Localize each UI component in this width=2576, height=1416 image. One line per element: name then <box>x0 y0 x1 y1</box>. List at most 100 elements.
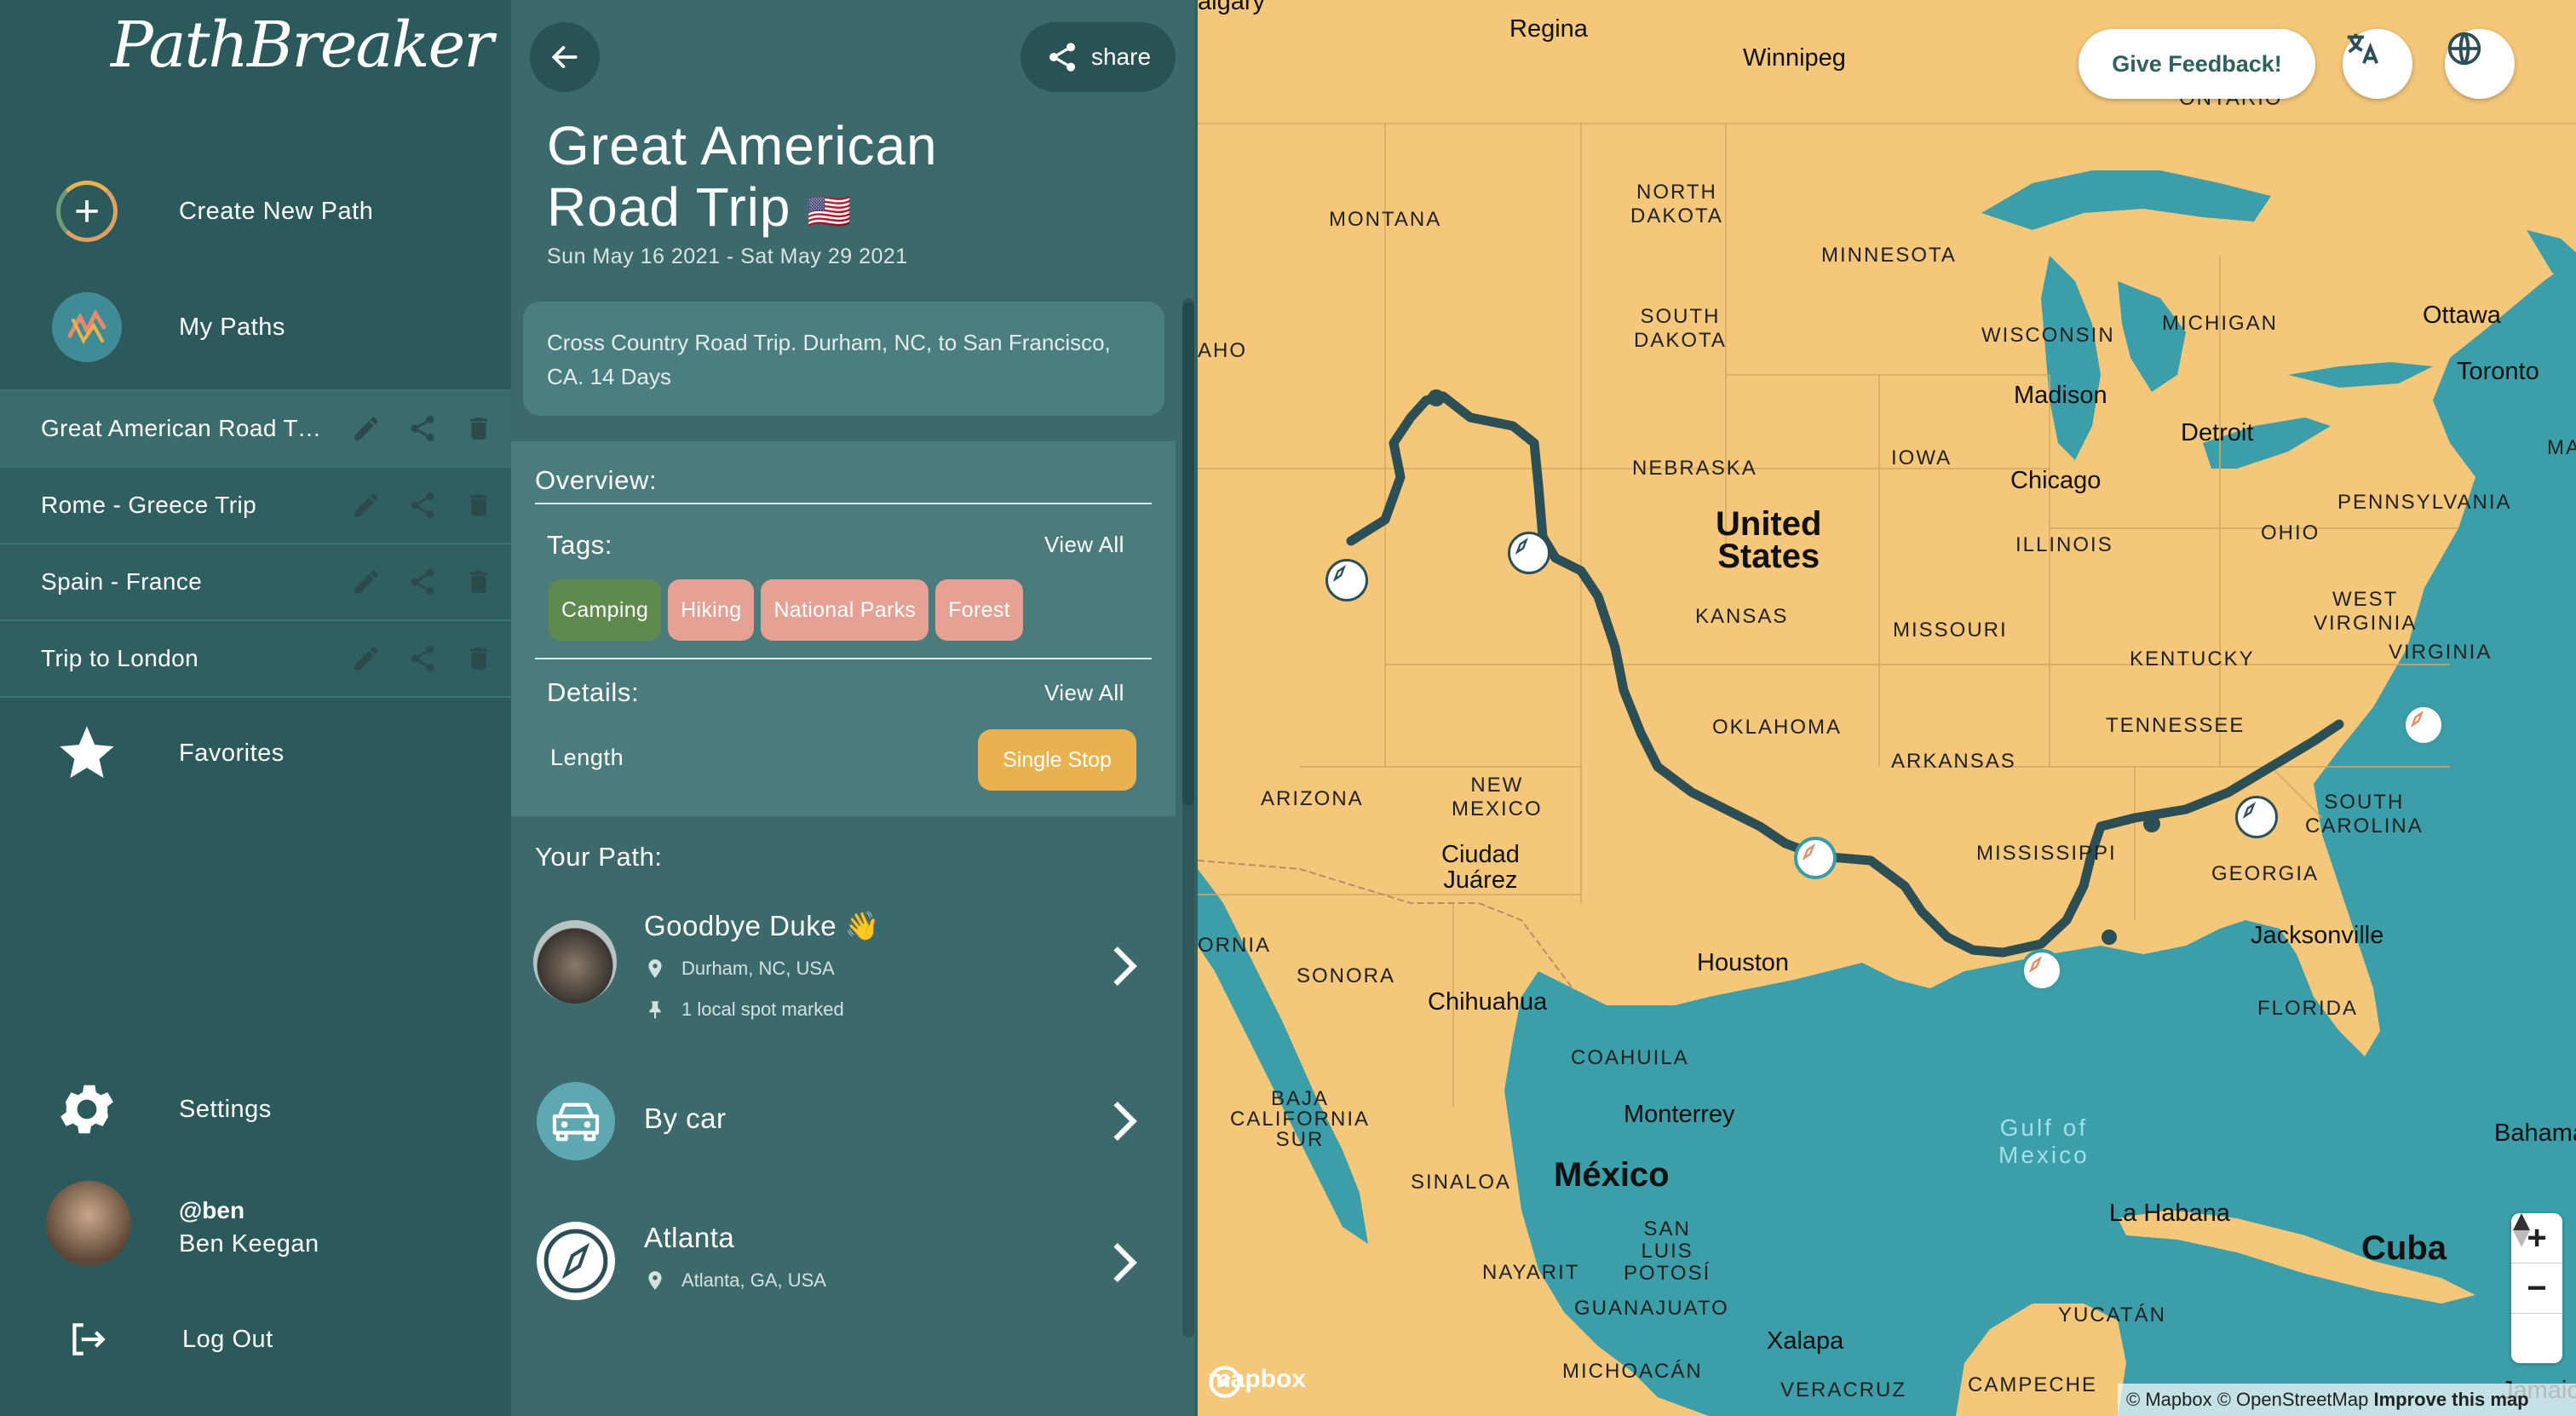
trash-icon[interactable] <box>460 563 497 601</box>
map-label: Gulf of Mexico <box>1998 1114 2090 1168</box>
map-label: MICHOACÁN <box>1562 1360 1703 1383</box>
map-label: TENNESSEE <box>2106 714 2245 737</box>
tag-list: Camping Hiking National Parks Forest <box>549 579 1023 641</box>
create-new-path-item[interactable]: + Create New Path <box>0 176 511 247</box>
restaurant-marker-icon[interactable] <box>2021 949 2063 992</box>
restaurant-marker-icon[interactable] <box>1794 837 1837 879</box>
share-icon[interactable] <box>404 486 441 524</box>
map-label: MA <box>2547 436 2576 459</box>
map-label: GUANAJUATO <box>1574 1297 1729 1320</box>
map-label: NAYARIT <box>1482 1261 1580 1284</box>
trash-icon[interactable] <box>460 486 497 524</box>
map-label: WEST VIRGINIA <box>2314 588 2418 635</box>
map-label: Chicago <box>2010 467 2102 494</box>
map-label: MONTANA <box>1329 208 1442 231</box>
share-button[interactable]: share <box>1021 22 1176 92</box>
my-paths-label: My Paths <box>179 313 285 341</box>
trip-item[interactable]: Great American Road Trip <box>0 389 511 466</box>
map-label: COAHUILA <box>1571 1046 1689 1069</box>
favorites-item[interactable]: Favorites <box>0 717 511 789</box>
chevron-right-icon <box>1113 946 1137 987</box>
path-stop-item[interactable]: Goodbye Duke 👋 Durham, NC, USA 1 local s… <box>511 903 1176 1031</box>
map-label: NORTH DAKOTA <box>1630 181 1723 227</box>
map-label: SOUTH CAROLINA <box>2305 791 2424 838</box>
stop-note-text: 1 local spot marked <box>681 999 844 1020</box>
logout-item[interactable]: Log Out <box>0 1304 511 1375</box>
zoom-controls: + − <box>2511 1213 2562 1363</box>
map-label: Chihuahua <box>1428 988 1548 1016</box>
share-icon[interactable] <box>404 410 441 447</box>
trash-icon[interactable] <box>460 640 497 677</box>
tag-chip[interactable]: Camping <box>549 579 662 641</box>
map-label: MISSOURI <box>1893 619 2008 642</box>
compass-marker-icon[interactable] <box>1325 559 1368 602</box>
compass-icon <box>537 1222 615 1300</box>
map-view[interactable]: Regina Winnipeg algary ONTARIO MONTANA N… <box>1194 0 2576 1416</box>
improve-map-link[interactable]: Improve this map <box>2373 1389 2528 1411</box>
map-label: NEBRASKA <box>1632 457 1757 480</box>
map-label: México <box>1554 1156 1670 1194</box>
overview-label: Overview: <box>535 465 658 495</box>
north-arrow-icon <box>2513 1213 2530 1247</box>
tag-chip[interactable]: Hiking <box>668 579 755 641</box>
edit-icon[interactable] <box>348 563 385 601</box>
us-flag-icon: 🇺🇸 <box>807 191 853 232</box>
trip-name: Rome - Greece Trip <box>41 492 257 518</box>
share-icon[interactable] <box>404 563 441 601</box>
edit-icon[interactable] <box>348 410 385 447</box>
trip-item[interactable]: Rome - Greece Trip <box>0 466 511 543</box>
transport-item[interactable]: By car <box>511 1074 1176 1167</box>
path-detail-panel: share Great American Road Trip 🇺🇸 Sun Ma… <box>511 0 1194 1416</box>
zoom-out-button[interactable]: − <box>2511 1263 2562 1314</box>
give-feedback-button[interactable]: Give Feedback! <box>2079 29 2315 99</box>
map-label: Ottawa <box>2423 302 2501 329</box>
tag-chip[interactable]: Forest <box>935 579 1023 641</box>
map-label: IOWA <box>1891 446 1952 469</box>
my-paths-item[interactable]: My Paths <box>0 291 511 363</box>
tag-chip[interactable]: National Parks <box>761 579 929 641</box>
attribution-text[interactable]: © Mapbox © OpenStreetMap <box>2126 1389 2368 1411</box>
chevron-right-icon <box>1113 1242 1137 1283</box>
trash-icon[interactable] <box>460 410 497 447</box>
share-icon[interactable] <box>404 640 441 677</box>
settings-item[interactable]: Settings <box>0 1074 511 1145</box>
my-paths-icon <box>51 291 123 363</box>
tags-view-all-link[interactable]: View All <box>1044 532 1124 558</box>
compass-marker-icon[interactable] <box>2235 796 2278 838</box>
map-label: SAN LUIS POTOSÍ <box>1624 1217 1711 1285</box>
page-title: Great American Road Trip 🇺🇸 <box>547 115 1075 242</box>
mapbox-logo[interactable]: mapbox <box>1208 1365 1306 1398</box>
details-view-all-link[interactable]: View All <box>1044 680 1124 706</box>
path-stop-item[interactable]: Atlanta Atlanta, GA, USA <box>511 1210 1176 1321</box>
map-label: La Habana <box>2109 1200 2230 1227</box>
map-label: ILLINOIS <box>2015 533 2113 556</box>
compass-marker-icon[interactable] <box>1508 532 1550 574</box>
map-label: VIRGINIA <box>2389 641 2493 664</box>
trip-item[interactable]: Spain - France <box>0 543 511 619</box>
translate-button[interactable] <box>2343 29 2412 99</box>
map-label: Xalapa <box>1767 1327 1844 1355</box>
map-label: MINNESOTA <box>1821 244 1957 267</box>
share-icon <box>1049 43 1075 72</box>
map-attribution: © Mapbox © OpenStreetMap Improve this ma… <box>2118 1384 2576 1416</box>
pathbreaker-logo[interactable]: PathBreaker <box>111 9 494 82</box>
back-button[interactable] <box>530 22 600 92</box>
compass-reset-button[interactable] <box>2511 1213 2562 1363</box>
details-label: Details: <box>547 677 640 707</box>
edit-icon[interactable] <box>348 640 385 677</box>
trip-item[interactable]: Trip to London <box>0 619 511 698</box>
scrollbar-thumb[interactable] <box>1182 302 1194 805</box>
map-label: Detroit <box>2181 419 2254 446</box>
map-label: ORNIA <box>1198 934 1272 957</box>
avatar[interactable] <box>46 1181 131 1266</box>
map-label: KANSAS <box>1695 605 1789 628</box>
map-label: CAMPECHE <box>1968 1373 2098 1396</box>
chevron-right-icon <box>1113 1101 1137 1142</box>
edit-icon[interactable] <box>348 486 385 524</box>
length-value-badge[interactable]: Single Stop <box>978 729 1136 791</box>
divider <box>535 658 1152 659</box>
profile-name: Ben Keegan <box>179 1230 319 1258</box>
globe-button[interactable] <box>2445 29 2515 99</box>
map-label: BAJA CALIFORNIA SUR <box>1230 1087 1371 1151</box>
restaurant-marker-icon[interactable] <box>2402 704 2445 746</box>
